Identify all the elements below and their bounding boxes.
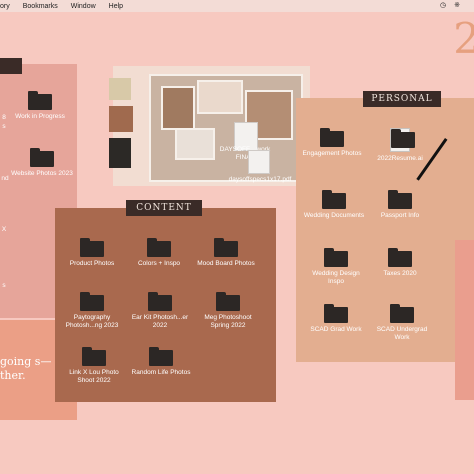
folder-scad-undergrad-work[interactable]: SCAD Undergrad Work bbox=[370, 304, 434, 342]
folder-icon bbox=[80, 292, 104, 311]
folder-label: Engagement Photos bbox=[302, 150, 362, 157]
folder-label: Taxes 2020 bbox=[383, 270, 417, 277]
folder-product-photos[interactable]: Product Photos bbox=[60, 238, 124, 268]
folder-label: Website Photos 2023 bbox=[11, 170, 73, 177]
folder-scad-grad-work[interactable]: SCAD Grad Work bbox=[304, 304, 368, 334]
folder-colors-inspo[interactable]: Colors + Inspo bbox=[127, 238, 191, 268]
swatch-black bbox=[109, 138, 131, 168]
left-label-5: s bbox=[2, 282, 6, 289]
folder-icon bbox=[216, 292, 240, 311]
folder-icon bbox=[30, 148, 54, 167]
left-label-2: s bbox=[2, 123, 6, 130]
content-title-tag: CONTENT bbox=[126, 200, 202, 216]
folder-icon bbox=[320, 128, 344, 147]
swatch-beige bbox=[109, 78, 131, 100]
left-label-1: 8 bbox=[2, 114, 6, 121]
wallpaper-digit: 2 bbox=[453, 14, 474, 63]
status-icons: ◷ ※ bbox=[440, 1, 460, 9]
right-wallpaper-panel bbox=[455, 240, 474, 400]
folder-label: Wedding Documents bbox=[303, 212, 365, 219]
left-panel-tag bbox=[0, 58, 22, 74]
folder-label: Random Life Photos bbox=[131, 369, 191, 376]
folder-icon bbox=[147, 238, 171, 257]
folder-label: Passport Info bbox=[380, 212, 420, 219]
folder-work-in-progress[interactable]: Work in Progress bbox=[8, 91, 72, 121]
pdf-icon[interactable] bbox=[248, 150, 270, 174]
folder-link-x-lou[interactable]: Link X Lou Photo Shoot 2022 bbox=[62, 347, 126, 385]
bluetooth-icon[interactable]: ※ bbox=[454, 1, 460, 9]
clock-icon[interactable]: ◷ bbox=[440, 1, 446, 9]
collage-photo bbox=[161, 86, 195, 130]
document-icon bbox=[390, 128, 415, 152]
menu-help[interactable]: Help bbox=[109, 3, 123, 10]
folder-label: Wedding Design Inspo bbox=[312, 270, 360, 285]
left-label-4: X bbox=[1, 226, 7, 233]
folder-meg-photoshoot[interactable]: Meg Photoshoot Spring 2022 bbox=[196, 292, 260, 330]
menu-bookmarks[interactable]: Bookmarks bbox=[23, 3, 58, 10]
folder-random-life-photos[interactable]: Random Life Photos bbox=[129, 347, 193, 377]
folder-icon bbox=[388, 248, 412, 267]
folder-wedding-documents[interactable]: Wedding Documents bbox=[302, 190, 366, 220]
personal-title-tag: PERSONAL bbox=[363, 91, 441, 107]
folder-icon bbox=[214, 238, 238, 257]
folder-label: Colors + Inspo bbox=[137, 260, 181, 267]
folder-website-photos[interactable]: Website Photos 2023 bbox=[10, 148, 74, 178]
folder-taxes-2020[interactable]: Taxes 2020 bbox=[368, 248, 432, 278]
file-label: 2022Resume.ai bbox=[377, 155, 423, 162]
folder-icon bbox=[390, 304, 414, 323]
folder-label: Link X Lou Photo Shoot 2022 bbox=[69, 369, 119, 384]
folder-label: Work in Progress bbox=[15, 113, 65, 120]
folder-label: Product Photos bbox=[69, 260, 115, 267]
left-label-3: nd bbox=[1, 175, 9, 182]
folder-icon bbox=[28, 91, 52, 110]
folder-label: Mood Board Photos bbox=[197, 260, 255, 267]
folder-icon bbox=[149, 347, 173, 366]
folder-wedding-design-inspo[interactable]: Wedding Design Inspo bbox=[304, 248, 368, 286]
folder-passport-info[interactable]: Passport Info bbox=[368, 190, 432, 220]
folder-icon bbox=[324, 248, 348, 267]
folder-icon bbox=[82, 347, 106, 366]
collage-photo bbox=[175, 128, 215, 160]
folder-label: SCAD Undergrad Work bbox=[376, 326, 428, 341]
folder-ear-kit[interactable]: Ear Kit Photosh...er 2022 bbox=[128, 292, 192, 330]
file-resume[interactable]: 2022Resume.ai bbox=[368, 128, 432, 163]
folder-icon bbox=[148, 292, 172, 311]
folder-label: Paytography Photosh...ng 2023 bbox=[65, 314, 119, 329]
menu-window[interactable]: Window bbox=[71, 3, 96, 10]
menu-history[interactable]: ory bbox=[0, 3, 10, 10]
folder-icon bbox=[324, 304, 348, 323]
swatch-brown bbox=[109, 106, 133, 132]
folder-label: SCAD Grad Work bbox=[310, 326, 362, 333]
folder-paytography[interactable]: Paytography Photosh...ng 2023 bbox=[60, 292, 124, 330]
folder-icon bbox=[388, 190, 412, 209]
folder-engagement-photos[interactable]: Engagement Photos bbox=[300, 128, 364, 158]
moodboard-panel bbox=[109, 66, 310, 186]
collage-photo bbox=[197, 80, 243, 114]
file-label[interactable]: daysoffspecs1x17.pdf bbox=[224, 176, 296, 184]
folder-label: Meg Photoshoot Spring 2022 bbox=[204, 314, 252, 329]
folder-icon bbox=[80, 238, 104, 257]
folder-label: Ear Kit Photosh...er 2022 bbox=[131, 314, 189, 329]
folder-icon bbox=[322, 190, 346, 209]
folder-mood-board-photos[interactable]: Mood Board Photos bbox=[194, 238, 258, 268]
menu-bar: ory Bookmarks Window Help ◷ ※ bbox=[0, 0, 474, 12]
